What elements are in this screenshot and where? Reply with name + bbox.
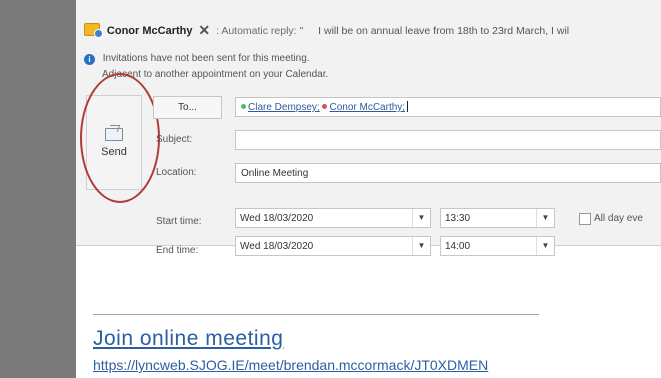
meeting-url-link[interactable]: https://lyncweb.SJOG.IE/meet/brendan.mcc… (93, 357, 488, 373)
location-label: Location: (156, 167, 197, 178)
notice-line-2: Adjacent to another appointment on your … (102, 69, 329, 80)
chevron-down-icon[interactable]: ▼ (536, 209, 554, 227)
notice-text-1: Invitations have not been sent for this … (102, 53, 310, 64)
send-button-label: Send (101, 145, 127, 158)
meeting-window: Conor McCarthy ✕ : Automatic reply: " I … (76, 0, 661, 378)
join-meeting-link[interactable]: Join online meeting (93, 327, 283, 351)
presence-available-icon (241, 104, 246, 109)
info-icon: i (84, 54, 95, 65)
chevron-down-icon[interactable]: ▼ (412, 209, 430, 227)
contact-card-icon (84, 23, 103, 38)
subject-label: Subject: (156, 134, 193, 145)
chevron-down-icon[interactable]: ▼ (536, 237, 554, 255)
location-field[interactable]: Online Meeting (235, 163, 661, 183)
to-button[interactable]: To... (153, 96, 222, 119)
auto-reply-label: : Automatic reply: " (216, 25, 304, 37)
text-caret (407, 101, 409, 112)
start-time-label: Start time: (156, 216, 202, 227)
sender-name[interactable]: Conor McCarthy (107, 25, 193, 37)
end-date-value: Wed 18/03/2020 (240, 241, 314, 252)
start-date-value: Wed 18/03/2020 (240, 213, 314, 224)
auto-reply-bar: Conor McCarthy ✕ : Automatic reply: " I … (84, 22, 661, 40)
start-time-picker[interactable]: 13:30 ▼ (440, 208, 555, 228)
end-time-picker[interactable]: 14:00 ▼ (440, 236, 555, 256)
send-button[interactable]: Send (86, 95, 142, 190)
recipient-conor[interactable]: Conor McCarthy; (329, 102, 405, 113)
all-day-label: All day eve (594, 213, 643, 224)
end-time-value: 14:00 (445, 241, 471, 252)
send-envelope-icon (105, 127, 123, 141)
to-field[interactable]: Clare Dempsey; Conor McCarthy; (235, 97, 661, 117)
dismiss-icon[interactable]: ✕ (198, 22, 210, 38)
start-time-value: 13:30 (445, 213, 471, 224)
header-band: Conor McCarthy ✕ : Automatic reply: " I … (76, 0, 661, 256)
presence-busy-icon (322, 104, 328, 109)
end-time-label: End time: (156, 245, 199, 256)
notice-line-1: i Invitations have not been sent for thi… (84, 53, 310, 65)
start-date-picker[interactable]: Wed 18/03/2020 ▼ (235, 208, 431, 228)
all-day-checkbox[interactable] (579, 213, 591, 225)
subject-field[interactable] (235, 130, 661, 150)
body-divider (93, 314, 539, 315)
auto-reply-message: I will be on annual leave from 18th to 2… (318, 25, 570, 37)
chevron-down-icon[interactable]: ▼ (412, 237, 430, 255)
recipient-clare[interactable]: Clare Dempsey; (248, 102, 320, 113)
end-date-picker[interactable]: Wed 18/03/2020 ▼ (235, 236, 431, 256)
